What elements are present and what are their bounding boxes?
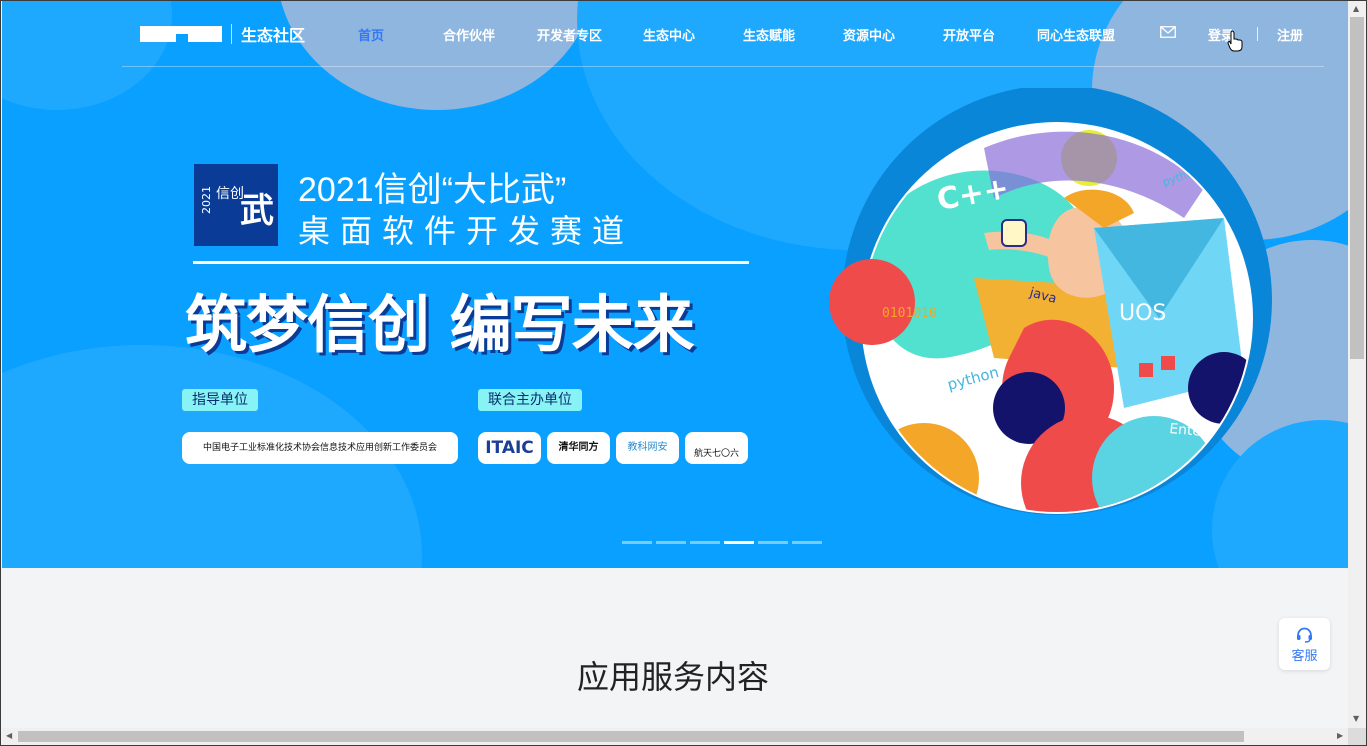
guide-unit-label: 指导单位 (182, 389, 258, 411)
carousel-dot[interactable] (758, 541, 788, 544)
host-logo-hangtian: 航天七〇六 (685, 432, 748, 464)
banner-slogan: 筑梦信创 编写未来 (185, 288, 695, 361)
nav-ecosystem-center[interactable]: 生态中心 (643, 25, 695, 44)
nav-partners[interactable]: 合作伙伴 (443, 25, 495, 44)
customer-service-label: 客服 (1291, 649, 1318, 664)
coding-illustration: C++ python java UOS python Enter 0101010 (829, 88, 1272, 515)
nav-open-platform[interactable]: 开放平台 (943, 25, 995, 44)
banner-subtitle: 桌面软件开发赛道 (298, 212, 635, 250)
headset-icon (1297, 627, 1312, 643)
nav-ecosystem-enable[interactable]: 生态赋能 (743, 25, 795, 44)
scroll-down-icon[interactable]: ▼ (1353, 714, 1359, 723)
hero-banner[interactable]: C++ python java UOS python Enter 0101010… (2, 0, 1348, 568)
carousel-dot[interactable] (622, 541, 652, 544)
banner-divider (193, 261, 749, 264)
logo-divider (231, 24, 232, 44)
svg-text:Enter: Enter (1169, 421, 1208, 440)
nav-alliance[interactable]: 同心生态联盟 (1037, 25, 1115, 44)
carousel-dot[interactable] (690, 541, 720, 544)
scroll-up-icon[interactable]: ▲ (1353, 4, 1359, 13)
scrollbar-corner (1348, 728, 1366, 745)
carousel-dot[interactable] (792, 541, 822, 544)
host-logo-jiaoke: 教科网安 (616, 432, 679, 464)
nav-underline (122, 66, 1324, 67)
svg-text:2021: 2021 (200, 186, 213, 214)
scroll-left-icon[interactable]: ◀ (6, 731, 12, 740)
svg-text:0101010: 0101010 (882, 306, 937, 321)
mail-icon[interactable] (1160, 26, 1176, 38)
top-nav-bar: 生态社区 首页 合作伙伴 开发者专区 生态中心 生态赋能 资源中心 开放平台 同… (2, 0, 1348, 66)
svg-text:UOS: UOS (1119, 301, 1166, 326)
horizontal-scroll-thumb[interactable] (18, 731, 1244, 742)
logo-notch (176, 34, 188, 42)
register-link[interactable]: 注册 (1277, 25, 1303, 44)
scroll-right-icon[interactable]: ▶ (1337, 731, 1343, 740)
section-title: 应用服务内容 (576, 658, 769, 696)
carousel-dot-active[interactable] (724, 541, 754, 544)
nav-home[interactable]: 首页 (358, 25, 384, 44)
guide-unit-name: 中国电子工业标准化技术协会信息技术应用创新工作委员会 (182, 432, 458, 464)
contest-logo: 2021 信创 武 (194, 164, 278, 246)
carousel-dot[interactable] (656, 541, 686, 544)
pointer-cursor-icon (1227, 30, 1243, 52)
host-unit-label: 联合主办单位 (478, 389, 582, 411)
customer-service-button[interactable]: 客服 (1279, 618, 1330, 670)
svg-text:武: 武 (240, 191, 274, 231)
nav-resource-center[interactable]: 资源中心 (843, 25, 895, 44)
host-logo-itaic: ITAIC (478, 432, 541, 464)
nav-developer-zone[interactable]: 开发者专区 (537, 25, 602, 44)
host-logo-tongfang: 清华同方 (547, 432, 610, 464)
brand-name[interactable]: 生态社区 (241, 22, 305, 46)
auth-divider (1257, 27, 1258, 41)
banner-title: 2021信创“大比武” (298, 171, 567, 209)
vertical-scroll-thumb[interactable] (1350, 17, 1364, 359)
